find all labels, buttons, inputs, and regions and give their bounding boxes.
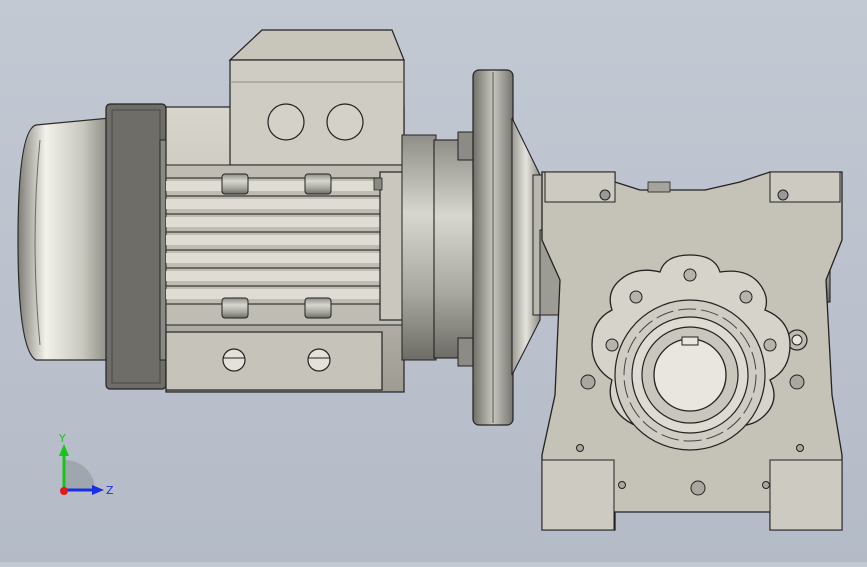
assembly-model [17,29,843,531]
cad-viewport[interactable]: Y Z [0,0,867,562]
end-shield [105,103,167,390]
tie-rod-stud [221,297,249,319]
foot-slot [307,348,331,372]
cable-gland [267,103,305,141]
orientation-triad[interactable]: Y Z [40,430,120,510]
tie-rod-stud [304,173,332,195]
tie-rod-stud [221,173,249,195]
hollow-shaft-bore [653,338,727,412]
terminal-box [228,29,405,166]
foot-slot [222,348,246,372]
keyway [681,336,699,346]
y-axis-arrow [59,444,69,456]
motor-adapter [433,69,548,426]
x-axis-dot [60,487,68,495]
worm-gearbox [539,171,843,531]
triad-plane [65,460,95,490]
z-axis-arrow [92,485,104,495]
y-axis-label: Y [58,432,66,445]
motor-foot [165,331,383,391]
z-axis-label: Z [106,484,114,497]
tie-rod-stud [304,297,332,319]
motor [17,29,437,393]
fan-cover [17,117,111,361]
cable-gland [326,103,364,141]
